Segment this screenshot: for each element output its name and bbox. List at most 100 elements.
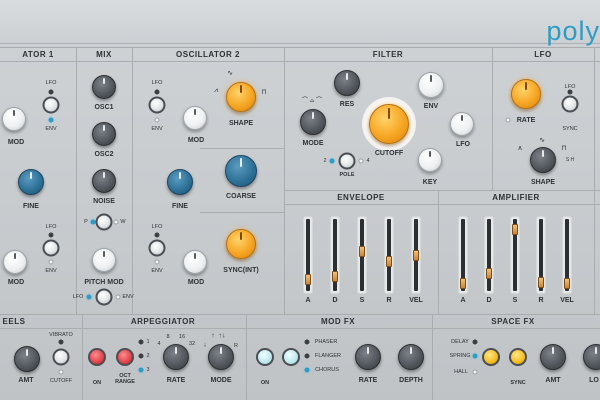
spacefx-delay-label: DELAY xyxy=(451,339,469,345)
osc2-mod2-knob[interactable] xyxy=(183,250,207,274)
envelope-slider-a[interactable] xyxy=(303,216,313,294)
modfx-type-button[interactable] xyxy=(282,348,300,366)
modfx-on-button[interactable] xyxy=(256,348,274,366)
spacefx-sync-button[interactable] xyxy=(509,348,527,366)
filter-res-knob[interactable] xyxy=(334,70,360,96)
spacefx-lo-knob[interactable] xyxy=(583,344,600,370)
filter-mode-knob[interactable] xyxy=(300,109,326,135)
wheels-amt-knob[interactable] xyxy=(14,346,40,372)
osc2-shape-saw-icon: ⩘ xyxy=(214,87,218,94)
arp-on-button[interactable] xyxy=(88,348,106,366)
envelope-slider-thumb[interactable] xyxy=(332,270,338,282)
section-lfo-title: LFO xyxy=(534,50,552,59)
osc2-coarse-knob[interactable] xyxy=(225,155,257,187)
arp-oct-1-led xyxy=(138,339,144,345)
lfo-rate-knob[interactable] xyxy=(511,79,541,109)
envelope-slider-thumb[interactable] xyxy=(386,255,392,267)
amplifier-slider-a[interactable] xyxy=(458,216,468,294)
filter-key-label: KEY xyxy=(422,179,438,186)
envelope-slider-label: D xyxy=(332,297,338,304)
arp-oct-2-label: 2 xyxy=(146,353,150,359)
arp-rate-knob[interactable] xyxy=(163,344,189,370)
osc2-mod-knob[interactable] xyxy=(183,106,207,130)
amplifier-slider-d[interactable] xyxy=(484,216,494,294)
envelope-slider-thumb[interactable] xyxy=(413,249,419,261)
mix-osc1-knob[interactable] xyxy=(92,75,116,99)
arp-oct-3-label: 3 xyxy=(146,367,150,373)
arp-rate-8-label: 8 xyxy=(166,334,170,340)
osc2-mod-source-switch[interactable] xyxy=(148,96,166,114)
filter-cutoff-knob[interactable] xyxy=(369,104,409,144)
amplifier-slider-thumb[interactable] xyxy=(512,223,518,235)
modfx-rate-knob[interactable] xyxy=(355,344,381,370)
modfx-depth-label: DEPTH xyxy=(399,377,423,384)
mix-noise-color-switch[interactable] xyxy=(95,213,113,231)
envelope-slider-label: S xyxy=(359,297,365,304)
spacefx-type-button[interactable] xyxy=(482,348,500,366)
envelope-slider-s[interactable] xyxy=(357,216,367,294)
divider-osc2-filter xyxy=(284,47,285,314)
envelope-slider-r[interactable] xyxy=(384,216,394,294)
modfx-rate-label: RATE xyxy=(358,377,378,384)
osc2-shape-knob[interactable] xyxy=(226,82,256,112)
filter-mode-icon: ⌒ ⌓ ⌒ xyxy=(301,98,323,104)
osc2-mod-label: MOD xyxy=(187,137,205,144)
osc2-fine-knob[interactable] xyxy=(167,169,193,195)
mix-pitch-mod-knob[interactable] xyxy=(92,248,116,272)
divider-lfo-right xyxy=(594,47,595,314)
osc1-mod2-knob[interactable] xyxy=(3,250,27,274)
mix-pitch-mod-label: PITCH MOD xyxy=(84,279,124,286)
section-mix-title: MIX xyxy=(96,50,112,59)
mix-noise-w-led xyxy=(113,219,119,225)
lfo-shape-sh-icon: S H xyxy=(565,157,575,163)
wheels-target-switch[interactable] xyxy=(52,348,70,366)
envelope-header-line-top xyxy=(284,190,600,191)
mix-osc2-knob[interactable] xyxy=(92,122,116,146)
amplifier-slider-s[interactable] xyxy=(510,216,520,294)
filter-pole-switch[interactable] xyxy=(338,152,356,170)
lfo-sync-switch[interactable] xyxy=(561,95,579,113)
osc2-mod2-label: MOD xyxy=(187,279,205,286)
osc2-coarse-label: COARSE xyxy=(226,193,256,200)
amplifier-slider-vel[interactable] xyxy=(562,216,572,294)
envelope-slider-label: R xyxy=(386,297,392,304)
amplifier-slider-r[interactable] xyxy=(536,216,546,294)
osc1-mod-knob[interactable] xyxy=(2,107,26,131)
amplifier-slider-thumb[interactable] xyxy=(538,276,544,288)
lfo-shape-knob[interactable] xyxy=(530,147,556,173)
osc1-mod2-label: MOD xyxy=(7,279,25,286)
filter-env-knob[interactable] xyxy=(418,72,444,98)
envelope-slider-thumb[interactable] xyxy=(305,273,311,285)
osc2-sync-knob[interactable] xyxy=(226,229,256,259)
amplifier-slider-thumb[interactable] xyxy=(460,278,466,290)
amplifier-slider-thumb[interactable] xyxy=(564,278,570,290)
filter-key-knob[interactable] xyxy=(418,148,442,172)
osc2-sync-label: SYNC(INT) xyxy=(223,267,259,274)
filter-lfo-label: LFO xyxy=(456,141,470,148)
mix-noise-knob[interactable] xyxy=(92,169,116,193)
mix-noise-p-label: P xyxy=(84,219,88,225)
arp-mode-knob[interactable] xyxy=(208,344,234,370)
osc1-fine-knob[interactable] xyxy=(18,169,44,195)
arp-rate-16-label: 16 xyxy=(178,334,186,340)
modfx-flanger-led xyxy=(304,353,310,359)
mix-pitch-mod-source-switch[interactable] xyxy=(95,288,113,306)
mix-pitch-lfo-label: LFO xyxy=(72,294,84,300)
osc1-mod2-source-switch[interactable] xyxy=(42,239,60,257)
amplifier-slider-thumb[interactable] xyxy=(486,267,492,279)
arp-rate-label: RATE xyxy=(166,377,186,384)
osc2-lfo-label: LFO xyxy=(151,80,163,86)
envelope-slider-vel[interactable] xyxy=(411,216,421,294)
filter-pole-2-label: 2 xyxy=(323,158,327,164)
filter-lfo-knob[interactable] xyxy=(450,112,474,136)
spacefx-amt-knob[interactable] xyxy=(540,344,566,370)
modfx-depth-knob[interactable] xyxy=(398,344,424,370)
envelope-slider-d[interactable] xyxy=(330,216,340,294)
osc1-mod-source-switch[interactable] xyxy=(42,96,60,114)
arp-oct-range-button[interactable] xyxy=(116,348,134,366)
envelope-slider-thumb[interactable] xyxy=(359,246,365,258)
amplifier-slider-label: S xyxy=(512,297,518,304)
modfx-flanger-label: FLANGER xyxy=(315,353,341,359)
spacefx-amt-label: AMT xyxy=(545,377,561,384)
osc2-mod2-source-switch[interactable] xyxy=(148,239,166,257)
